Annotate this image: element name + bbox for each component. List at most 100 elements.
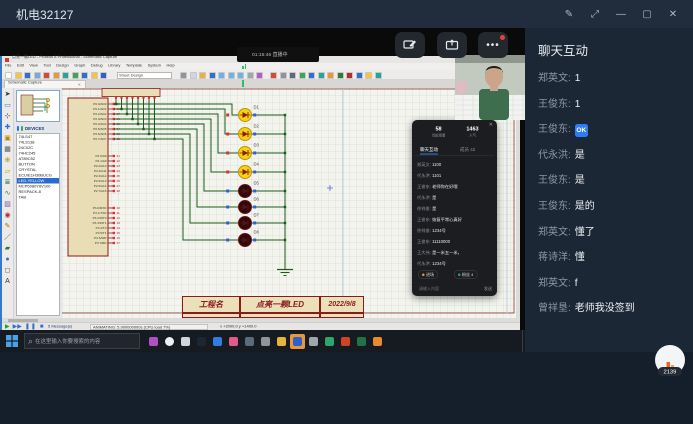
toolbar-icon[interactable] [356,72,363,79]
toolbar-icon[interactable] [318,72,325,79]
toolbar-icon[interactable] [228,72,235,79]
taskbar-app-icon[interactable] [354,334,369,349]
toolbar-icon[interactable] [24,72,31,79]
palette-tool-icon[interactable]: ▨ [3,200,13,210]
menu-library[interactable]: Library [108,63,120,68]
toolbar-icon[interactable] [365,72,372,79]
toolbar-icon[interactable] [308,72,315,79]
toolbar-icon[interactable] [270,72,277,79]
menu-graph[interactable]: Graph [74,63,85,68]
tab-close-icon[interactable]: ✕ [78,82,81,87]
toolbar-icon[interactable] [247,72,254,79]
palette-tool-icon[interactable]: ⊹ [3,112,13,122]
devices-list[interactable]: 74LS4774LS13824C02C74HC245AT89C52BUTTONC… [16,133,60,316]
palette-tool-icon[interactable]: ▭ [3,101,13,111]
overlay-tab-chat[interactable]: 聊天互动 [420,146,438,155]
toolbar-icon[interactable] [72,72,79,79]
menu-edit[interactable]: Edit [17,63,24,68]
toolbar-icon[interactable] [280,72,287,79]
taskbar-app-icon[interactable] [226,334,241,349]
taskbar-app-icon[interactable] [162,334,177,349]
hot-rank-badge[interactable]: 2139 [655,345,685,377]
taskbar-app-icon[interactable] [274,334,289,349]
toolbar-icon[interactable] [34,72,41,79]
schematic-preview-pane[interactable] [16,90,60,122]
toolbar-icon[interactable] [199,72,206,79]
taskbar-app-icon[interactable] [322,334,337,349]
menu-view[interactable]: View [29,63,38,68]
toolbar-icon[interactable] [375,72,382,79]
overlay-entry-pill[interactable]: 进场 [418,270,438,279]
overlay-chat-input[interactable]: 请输入内容 [419,286,439,292]
palette-tool-icon[interactable]: ➤ [3,90,13,100]
palette-tool-icon[interactable]: ▱ [3,167,13,177]
toolbar-icon[interactable] [100,72,107,79]
palette-tool-icon[interactable]: ⊕ [3,156,13,166]
maximize-icon[interactable]: ▢ [637,5,657,23]
overlay-fans-pill[interactable]: 粉丝 4 [454,270,477,279]
device-list-item[interactable]: TAB [17,195,59,201]
more-options-button[interactable]: ••• [478,32,508,58]
menu-tool[interactable]: Tool [43,63,50,68]
taskbar-app-icon[interactable] [290,334,305,349]
taskbar-app-icon[interactable] [194,334,209,349]
toolbar-icon[interactable] [15,72,22,79]
taskbar-app-icon[interactable] [258,334,273,349]
webcam-thumbnail[interactable] [455,55,525,120]
toolbar-icon[interactable] [327,72,334,79]
palette-tool-icon[interactable]: ✚ [3,123,13,133]
palette-tool-icon[interactable]: ✎ [3,222,13,232]
palette-tool-icon[interactable]: ◉ [3,211,13,221]
toolbar-icon[interactable] [190,72,197,79]
taskbar-search-box[interactable]: ⌕ 在这里输入你要搜索的内容 [24,333,140,349]
toolbar-icon[interactable] [81,72,88,79]
palette-tool-icon[interactable]: ▰ [3,244,13,254]
toolbar-icon[interactable] [337,72,344,79]
toolbar-icon[interactable] [53,72,60,79]
minimize-icon[interactable]: — [611,5,631,23]
taskbar-app-icon[interactable] [210,334,225,349]
sheet-dropdown[interactable]: Sheet Design [117,72,172,79]
menu-file[interactable]: File [5,63,11,68]
stream-overlay-panel[interactable]: ✕ 58 当前观看 1463 人气 聊天互动 成员 42 郑英文: 1100代永… [412,120,497,296]
taskbar-app-icon[interactable] [306,334,321,349]
vertical-scrollbar[interactable] [516,88,520,318]
palette-tool-icon[interactable]: ◻ [3,266,13,276]
toolbar-icon[interactable] [256,72,263,79]
palette-tool-icon[interactable]: A [3,277,13,287]
overlay-send-button[interactable]: 发送 [484,286,492,292]
close-icon[interactable]: ✕ [663,5,683,23]
menu-help[interactable]: Help [166,63,174,68]
toolbar-icon[interactable] [180,72,187,79]
pick-devices-button[interactable] [17,126,19,131]
library-button[interactable] [21,126,23,131]
toolbar-icon[interactable] [218,72,225,79]
toolbar-icon[interactable] [299,72,306,79]
palette-tool-icon[interactable]: ▦ [3,145,13,155]
toolbar-icon[interactable] [209,72,216,79]
taskbar-app-icon[interactable] [178,334,193,349]
annotate-button[interactable] [395,32,425,58]
taskbar-app-icon[interactable] [242,334,257,349]
toolbar-icon[interactable] [43,72,50,79]
toolbar-icon[interactable] [62,72,69,79]
taskbar-app-icon[interactable] [338,334,353,349]
show-desktop-button[interactable] [522,330,525,352]
toolbar-icon[interactable] [91,72,98,79]
palette-tool-icon[interactable]: ∿ [3,189,13,199]
taskbar-app-icon[interactable] [370,334,385,349]
start-button[interactable] [6,335,18,347]
tab-schematic-capture[interactable]: Schematic Capture ✕ [4,80,86,88]
taskbar-app-icon[interactable] [146,334,161,349]
toolbar-icon[interactable] [289,72,296,79]
menu-debug[interactable]: Debug [91,63,103,68]
palette-tool-icon[interactable]: ／ [3,233,13,243]
share-screen-button[interactable] [437,32,467,58]
toolbar-icon[interactable] [346,72,353,79]
menu-design[interactable]: Design [56,63,68,68]
palette-tool-icon[interactable]: ▣ [3,134,13,144]
menu-template[interactable]: Template [126,63,142,68]
chat-message-list[interactable]: 郑英文:1王俊东:1王俊东:OK代永洪:是王俊东:是王俊东:是的郑英文:懂了蒋诗… [538,72,685,316]
palette-tool-icon[interactable]: ≣ [3,178,13,188]
menu-system[interactable]: System [148,63,161,68]
